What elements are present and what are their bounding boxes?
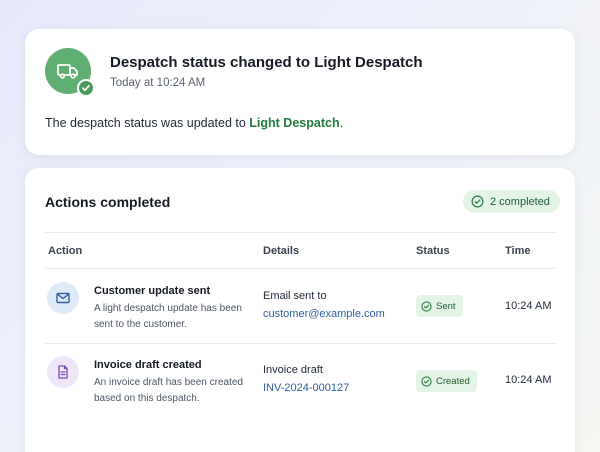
actions-title: Actions completed: [45, 194, 171, 210]
row-divider: [45, 343, 556, 344]
completed-badge: 2 completed: [463, 190, 560, 213]
notification-message: The despatch status was updated to Light…: [45, 116, 343, 130]
truck-icon: [57, 64, 78, 79]
mail-icon-circle: [47, 282, 79, 314]
column-header-action: Action: [48, 245, 83, 257]
message-prefix: The despatch status was updated to: [45, 116, 250, 130]
check-badge: [77, 79, 95, 97]
notification-title: Despatch status changed to Light Despatc…: [110, 54, 423, 71]
email-link[interactable]: customer@example.com: [263, 308, 385, 320]
column-header-time: Time: [505, 245, 531, 257]
detail-label: Invoice draft: [263, 364, 323, 376]
status-label: Sent: [436, 300, 456, 312]
notification-time: Today at 10:24 AM: [110, 77, 206, 89]
mail-icon: [56, 292, 70, 304]
completed-badge-label: 2 completed: [490, 195, 550, 208]
column-header-details: Details: [263, 245, 300, 257]
detail-label: Email sent to: [263, 290, 327, 302]
status-label: Created: [436, 375, 470, 387]
row-title: Customer update sent: [94, 285, 211, 297]
row-time: 10:24 AM: [505, 374, 552, 386]
message-suffix: .: [339, 116, 344, 130]
row-title: Invoice draft created: [94, 359, 202, 371]
document-icon-circle: [47, 356, 79, 388]
status-badge: Sent: [416, 295, 463, 317]
message-status: Light Despatch: [249, 116, 340, 130]
column-header-status: Status: [416, 245, 450, 257]
actions-card: Actions completed 2 completed Action Det…: [25, 168, 575, 452]
check-icon: [82, 84, 90, 92]
header-divider-bottom: [45, 268, 556, 269]
notification-card: Despatch status changed to Light Despatc…: [25, 29, 575, 155]
status-badge: Created: [416, 370, 477, 392]
row-description: A light despatch update has been sent to…: [94, 303, 242, 330]
check-circle-icon: [471, 195, 484, 208]
check-circle-icon: [421, 375, 432, 387]
document-icon: [58, 365, 68, 379]
row-description: An invoice draft has been created based …: [94, 377, 243, 404]
header-divider-top: [45, 232, 556, 233]
check-circle-icon: [421, 300, 432, 312]
row-time: 10:24 AM: [505, 300, 552, 312]
invoice-link[interactable]: INV-2024-000127: [263, 382, 349, 394]
